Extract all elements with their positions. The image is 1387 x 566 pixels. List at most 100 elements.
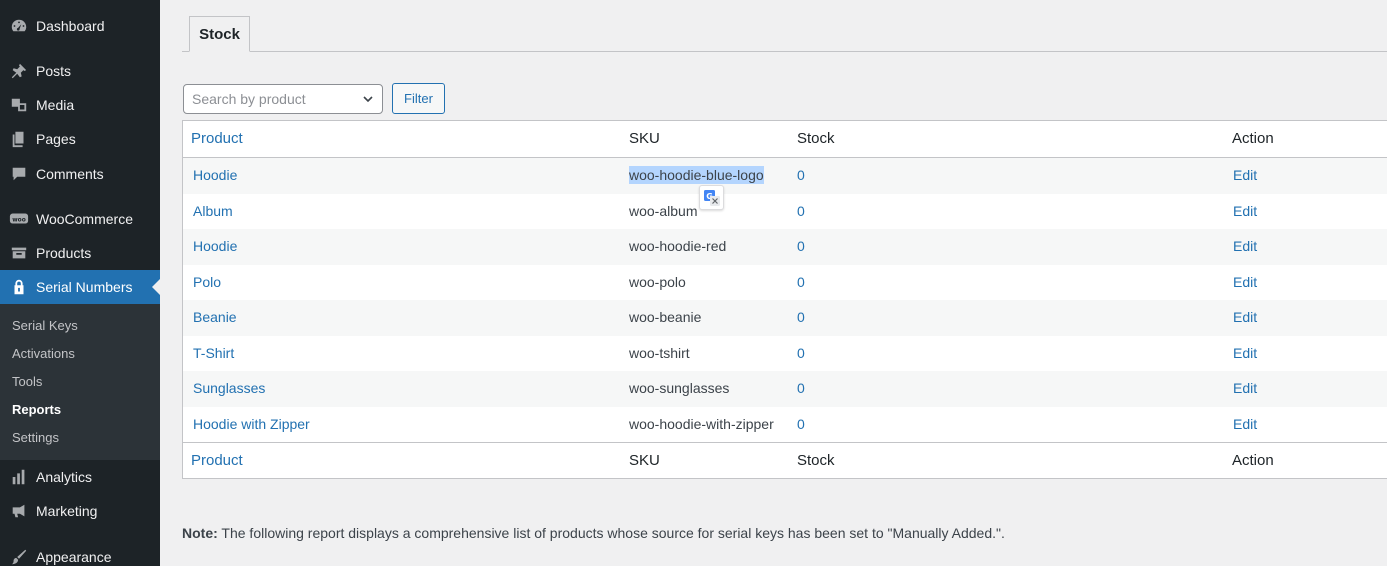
edit-link[interactable]: Edit [1233, 194, 1257, 230]
chevron-down-icon [363, 96, 373, 103]
product-link[interactable]: Hoodie with Zipper [193, 407, 310, 443]
sidebar-item-label: Marketing [36, 503, 98, 519]
sku-cell: woo-hoodie-red [629, 238, 727, 254]
sidebar-item-label: Comments [36, 166, 104, 182]
table-row: Album woo-album 0 Edit [183, 194, 1387, 230]
product-search-select[interactable]: Search by product [183, 84, 383, 114]
sidebar-item-label: Posts [36, 63, 72, 79]
sidebar-item-label: Media [36, 97, 75, 113]
tab-stock[interactable]: Stock [189, 16, 250, 52]
admin-sidebar: Dashboard Posts Media Pages Comments woo… [0, 0, 160, 566]
lock-icon [9, 277, 29, 297]
stock-count-link[interactable]: 0 [797, 194, 805, 230]
sidebar-item-serial-numbers[interactable]: Serial Numbers [0, 270, 160, 304]
column-header-stock: Stock [797, 130, 835, 147]
column-header-action: Action [1232, 130, 1274, 147]
product-link[interactable]: Album [193, 194, 233, 230]
product-link[interactable]: T-Shirt [193, 336, 234, 372]
product-link[interactable]: Sunglasses [193, 371, 265, 407]
sidebar-item-marketing[interactable]: Marketing [0, 494, 160, 528]
pin-icon [9, 61, 29, 81]
selected-sku-text: woo-hoodie-blue-logo [629, 166, 764, 184]
sku-cell: woo-sunglasses [629, 380, 730, 396]
sidebar-item-pages[interactable]: Pages [0, 122, 160, 156]
sidebar-item-dashboard[interactable]: Dashboard [0, 9, 160, 43]
pages-icon [9, 129, 29, 149]
table-row: Hoodie woo-hoodie-red 0 Edit [183, 229, 1387, 265]
sidebar-item-label: Pages [36, 131, 76, 147]
submenu-item-serial-keys[interactable]: Serial Keys [12, 316, 78, 336]
sku-cell: woo-hoodie-blue-logo [629, 158, 764, 194]
edit-link[interactable]: Edit [1233, 371, 1257, 407]
table-header: Product SKU Stock Action [183, 121, 1387, 158]
product-link[interactable]: Hoodie [193, 158, 237, 194]
table-row: Sunglasses woo-sunglasses 0 Edit [183, 371, 1387, 407]
table-footer: Product SKU Stock Action [183, 442, 1387, 479]
column-header-product[interactable]: Product [191, 121, 243, 157]
table-row: Beanie woo-beanie 0 Edit [183, 300, 1387, 336]
sku-cell: woo-tshirt [629, 344, 690, 361]
note-label: Note: [182, 525, 218, 541]
product-link[interactable]: Hoodie [193, 229, 237, 265]
woo-icon: woo [9, 209, 29, 229]
stock-count-link[interactable]: 0 [797, 407, 805, 443]
table-row: T-Shirt woo-tshirt 0 Edit [183, 336, 1387, 372]
stock-count-link[interactable]: 0 [797, 265, 805, 301]
column-footer-action: Action [1232, 452, 1274, 469]
tab-divider [182, 51, 1387, 52]
column-header-sku: SKU [629, 130, 660, 147]
sidebar-item-label: Analytics [36, 469, 93, 485]
edit-link[interactable]: Edit [1233, 336, 1257, 372]
serial-numbers-submenu: Serial Keys Activations Tools Reports Se… [0, 304, 160, 460]
stock-count-link[interactable]: 0 [797, 336, 805, 372]
sidebar-item-posts[interactable]: Posts [0, 54, 160, 88]
note-text: The following report displays a comprehe… [217, 525, 1005, 541]
edit-link[interactable]: Edit [1233, 300, 1257, 336]
stock-count-link[interactable]: 0 [797, 300, 805, 336]
column-footer-product[interactable]: Product [191, 443, 243, 479]
sku-cell: woo-hoodie-with-zipper [629, 415, 774, 432]
sidebar-item-products[interactable]: Products [0, 236, 160, 270]
archive-icon [9, 243, 29, 263]
sidebar-item-comments[interactable]: Comments [0, 157, 160, 191]
stock-count-link[interactable]: 0 [797, 371, 805, 407]
filter-button[interactable]: Filter [392, 83, 445, 114]
edit-link[interactable]: Edit [1233, 229, 1257, 265]
sidebar-item-woocommerce[interactable]: woo WooCommerce [0, 202, 160, 236]
dashboard-icon [9, 16, 29, 36]
submenu-item-activations[interactable]: Activations [12, 344, 75, 364]
product-link[interactable]: Polo [193, 265, 221, 301]
table-row: Polo woo-polo 0 Edit [183, 265, 1387, 301]
submenu-item-tools[interactable]: Tools [12, 372, 42, 392]
sidebar-item-label: Products [36, 245, 92, 261]
bar-chart-icon [9, 467, 29, 487]
product-link[interactable]: Beanie [193, 300, 237, 336]
stock-count-link[interactable]: 0 [797, 158, 805, 194]
column-footer-stock: Stock [797, 452, 835, 469]
sidebar-item-label: Serial Numbers [36, 279, 133, 295]
media-icon [9, 95, 29, 115]
stock-report-table: Product SKU Stock Action Hoodie woo-hood… [182, 120, 1387, 479]
edit-link[interactable]: Edit [1233, 407, 1257, 443]
sku-cell: woo-beanie [629, 309, 702, 325]
table-row: Hoodie with Zipper woo-hoodie-with-zippe… [183, 407, 1387, 443]
sidebar-item-label: Dashboard [36, 18, 105, 34]
sidebar-item-label: WooCommerce [36, 211, 133, 227]
edit-link[interactable]: Edit [1233, 265, 1257, 301]
stock-count-link[interactable]: 0 [797, 229, 805, 265]
report-note: Note: The following report displays a co… [182, 525, 1005, 541]
comment-icon [9, 164, 29, 184]
sku-cell: woo-polo [629, 273, 686, 290]
svg-text:woo: woo [12, 217, 26, 223]
column-footer-sku: SKU [629, 452, 660, 469]
sidebar-item-label: Appearance [36, 549, 112, 565]
sku-cell: woo-album [629, 202, 698, 219]
sidebar-item-analytics[interactable]: Analytics [0, 460, 160, 494]
edit-link[interactable]: Edit [1233, 158, 1257, 194]
translate-icon[interactable]: G [699, 185, 724, 210]
sidebar-item-media[interactable]: Media [0, 88, 160, 122]
sidebar-item-appearance[interactable]: Appearance [0, 540, 160, 566]
submenu-item-reports[interactable]: Reports [12, 400, 61, 420]
table-row: Hoodie woo-hoodie-blue-logo 0 Edit [183, 158, 1387, 194]
submenu-item-settings[interactable]: Settings [12, 428, 59, 448]
